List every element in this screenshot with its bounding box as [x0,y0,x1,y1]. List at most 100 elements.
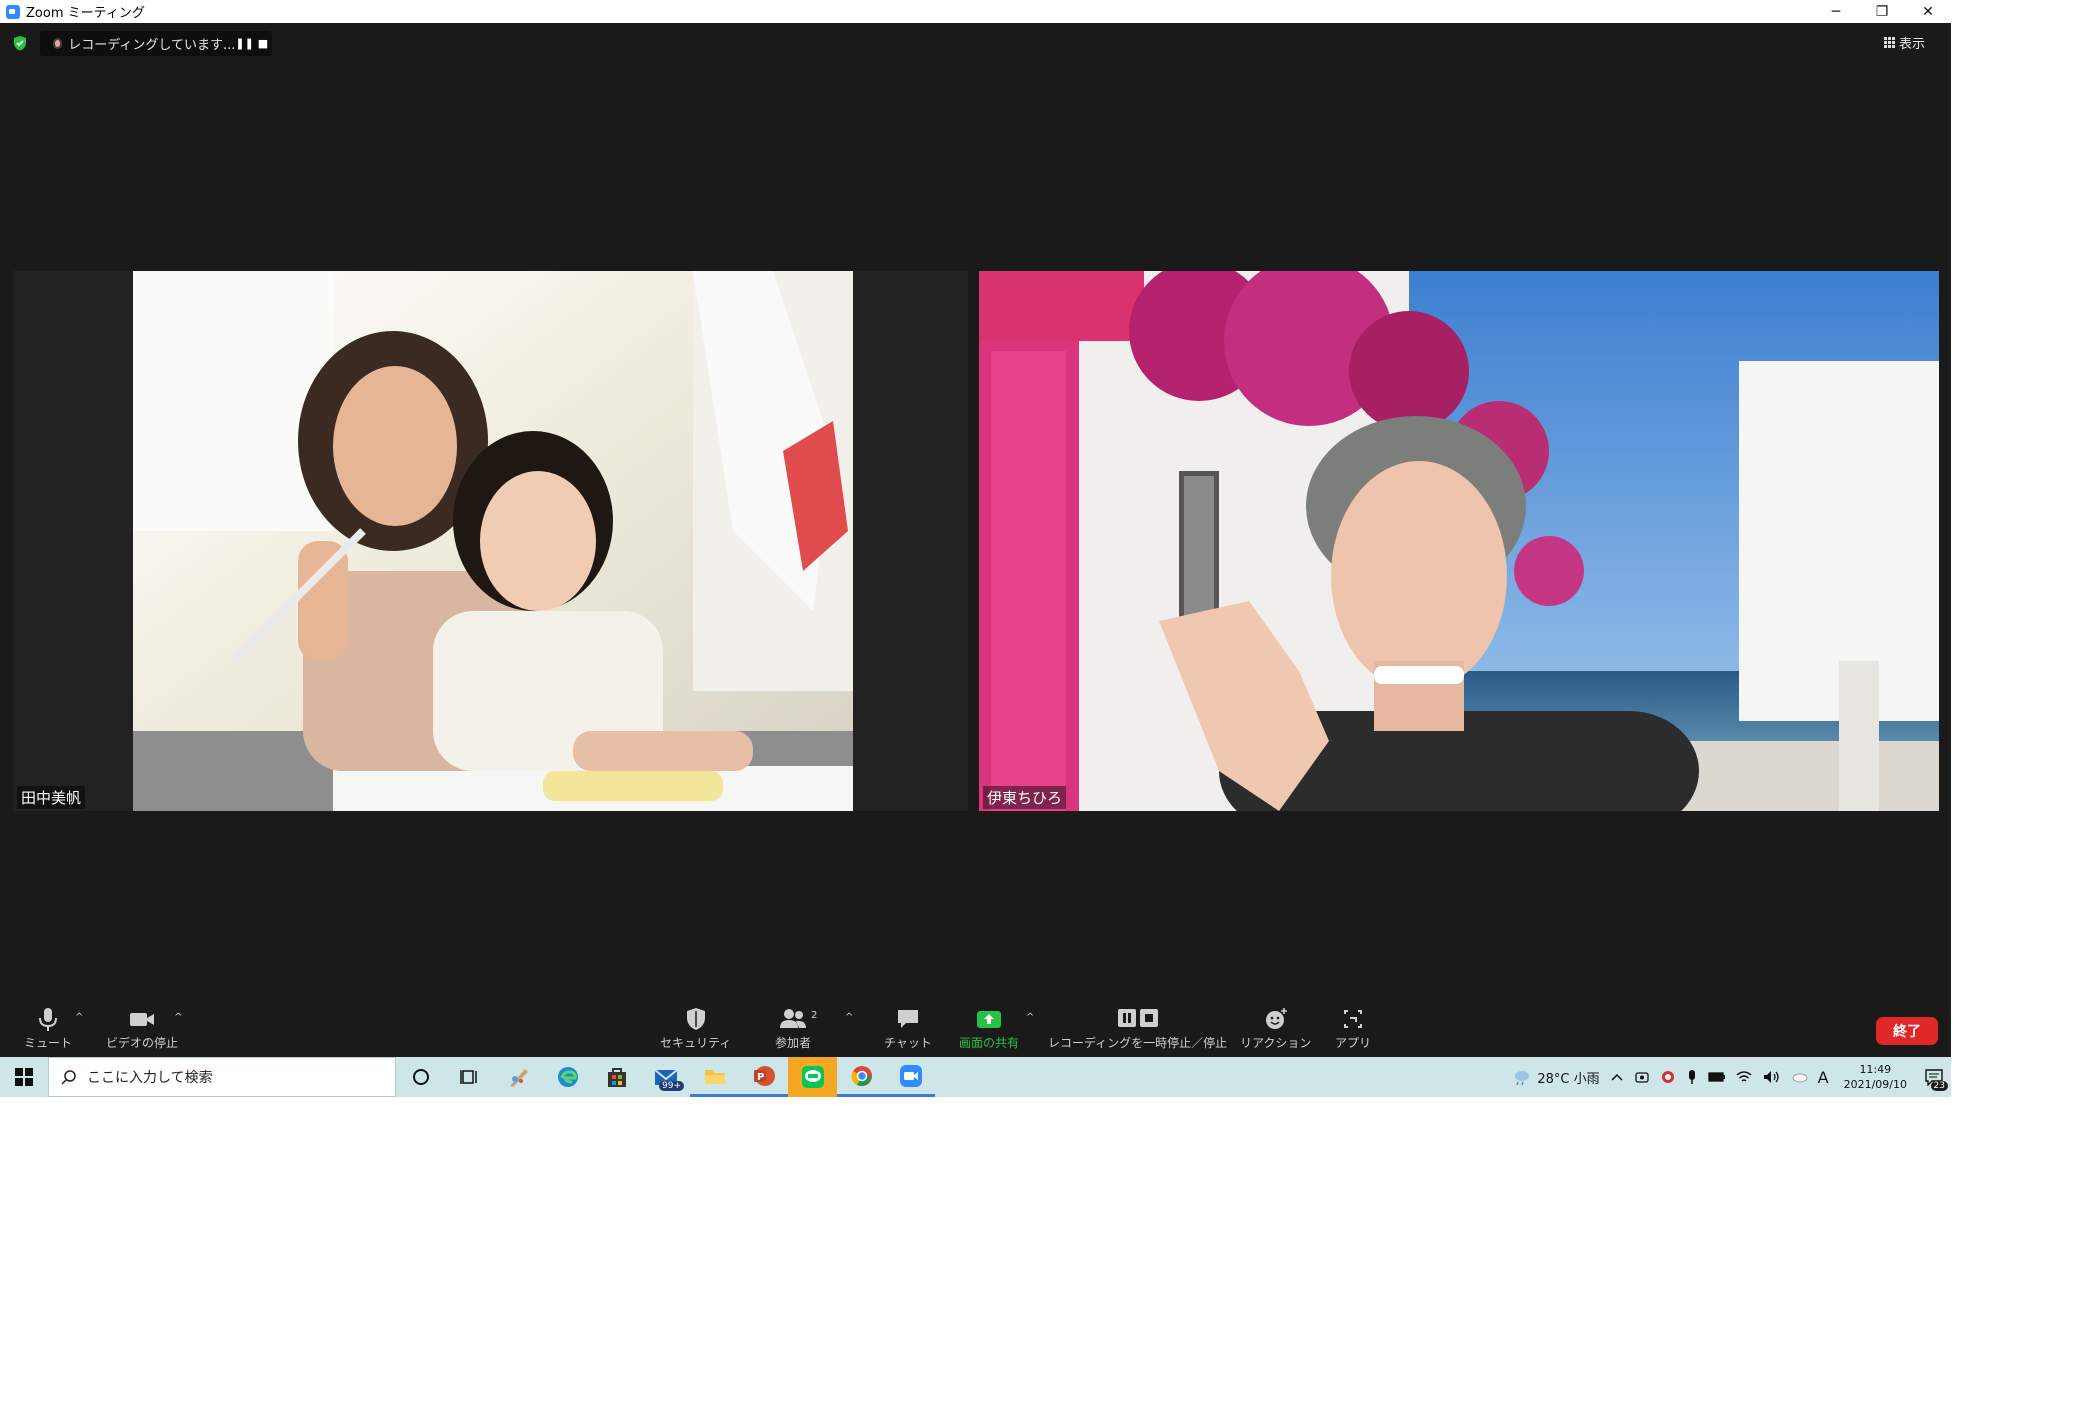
zoom-logo-icon [6,4,20,19]
stop-video-button[interactable]: ビデオの停止 [106,1006,178,1051]
microsoft-store-button[interactable] [592,1057,641,1097]
start-button[interactable] [0,1057,48,1097]
participants-count: 2 [811,1010,818,1021]
edge-browser-button[interactable] [543,1057,592,1097]
participant-video-2 [979,271,1939,811]
view-label: 表示 [1898,37,1925,52]
taskbar-search-box[interactable]: ここに入力して検索 [48,1057,396,1097]
mute-label: ミュート [24,1036,73,1050]
reactions-label: リアクション [1240,1036,1312,1050]
zoom-app-button[interactable] [886,1057,935,1097]
meet-now-tray-button[interactable] [1634,1069,1650,1085]
task-view-icon [459,1070,477,1084]
line-app-button[interactable] [788,1057,837,1097]
cortana-circle-icon [412,1069,429,1085]
show-hidden-icons-button[interactable] [1610,1072,1624,1082]
participants-icon [780,1009,806,1028]
clock-date: 2021/09/10 [1843,1078,1907,1091]
chat-bubble-icon [897,1010,918,1028]
reaction-smiley-icon [1265,1008,1287,1029]
video-label: ビデオの停止 [106,1036,179,1050]
stop-recording-button[interactable]: ■ [254,37,272,50]
security-label: セキュリティ [660,1036,732,1050]
microphone-tray-button[interactable] [1686,1069,1698,1085]
system-tray: 28°C 小雨 A 11:49 2021/09/10 23 [1506,1057,1951,1097]
chrome-browser-icon [851,1065,872,1086]
volume-tray-button[interactable] [1762,1070,1780,1084]
encryption-shield-icon[interactable] [12,35,28,51]
grid-view-icon [1883,37,1895,48]
wifi-icon [1736,1071,1752,1082]
action-center-button[interactable]: 23 [1917,1057,1951,1097]
participant-video-1 [133,271,853,811]
powerpoint-button[interactable]: P [739,1057,788,1097]
wifi-tray-button[interactable] [1736,1070,1752,1084]
weather-widget[interactable]: 28°C 小雨 [1511,1068,1600,1087]
share-screen-icon [977,1011,1001,1028]
battery-tray-button[interactable] [1707,1071,1726,1083]
recording-status: レコーディングしています... [68,38,236,53]
battery-icon [1707,1072,1725,1082]
participants-options-caret[interactable]: ^ [845,1012,853,1023]
camera-tray-icon [1634,1072,1649,1083]
chat-button[interactable]: チャット [884,1006,932,1051]
recording-controls-label: レコーディングを一時停止／停止 [1048,1036,1228,1050]
mail-app-button[interactable]: 99+ [641,1057,690,1097]
video-options-caret[interactable]: ^ [174,1012,182,1023]
end-meeting-button[interactable]: 終了 [1876,1017,1938,1045]
paint-brush-icon [509,1069,528,1087]
security-button[interactable]: セキュリティ [660,1006,731,1051]
participant-name-1: 田中美帆 [17,786,86,809]
weather-text: 28°C 小雨 [1537,1071,1600,1087]
taskbar-clock[interactable]: 11:49 2021/09/10 [1844,1062,1907,1092]
view-button[interactable]: 表示 [1883,33,1925,52]
mute-button[interactable]: ミュート [24,1006,72,1051]
folder-icon [704,1069,725,1084]
participants-button[interactable]: 参加者 [775,1006,811,1051]
windows-logo-icon [15,1068,33,1086]
recording-controls-icon [1117,1009,1158,1027]
task-view-button[interactable] [445,1057,494,1097]
onedrive-tray-button[interactable] [1790,1071,1808,1083]
close-button[interactable]: ✕ [1905,0,1951,23]
notification-count: 23 [1930,1081,1948,1091]
pause-stop-recording-button[interactable]: レコーディングを一時停止／停止 [1048,1006,1227,1051]
share-options-caret[interactable]: ^ [1026,1012,1034,1023]
file-explorer-button[interactable] [690,1057,739,1097]
onedrive-cloud-icon [1792,1073,1808,1083]
restore-button[interactable]: ❐ [1859,0,1905,23]
share-screen-button[interactable]: 画面の共有 [959,1006,1019,1051]
participant-name-2: 伊東ちひろ [983,786,1067,809]
zoom-window: Zoom ミーティング ─ ❐ ✕ レコーディングしています... ❚❚ ■ 表… [0,0,1951,1057]
share-screen-label: 画面の共有 [959,1036,1020,1050]
paint-app-button[interactable] [494,1057,543,1097]
recording-indicator: レコーディングしています... ❚❚ ■ [40,31,272,56]
apps-button[interactable]: アプリ [1335,1006,1371,1051]
security-tray-button[interactable] [1660,1069,1676,1085]
search-placeholder: ここに入力して検索 [87,1070,213,1086]
pause-recording-button[interactable]: ❚❚ [235,37,253,50]
powerpoint-icon: P [753,1065,775,1086]
cortana-button[interactable] [396,1057,445,1097]
reactions-button[interactable]: リアクション [1240,1006,1311,1051]
title-bar: Zoom ミーティング ─ ❐ ✕ [0,0,1951,23]
chrome-browser-button[interactable] [837,1057,886,1097]
participant-video-image-1 [133,271,853,811]
participant-tile-2[interactable]: 伊東ちひろ [979,271,1939,811]
antivirus-tray-icon [1661,1071,1674,1083]
apps-icon [1344,1010,1362,1028]
participant-tile-1[interactable]: 田中美帆 [13,271,968,811]
store-bag-icon [607,1068,626,1087]
apps-label: アプリ [1335,1036,1372,1050]
zoom-app-icon [899,1064,922,1087]
window-title: Zoom ミーティング [26,6,145,21]
mail-badge: 99+ [659,1081,684,1091]
ime-indicator[interactable]: A [1818,1068,1829,1087]
clock-time: 11:49 [1859,1063,1892,1076]
rain-cloud-icon [1515,1071,1530,1085]
recording-dot-icon [53,38,63,49]
audio-options-caret[interactable]: ^ [75,1012,83,1023]
chevron-up-icon [1611,1073,1623,1081]
microphone-icon [39,1008,57,1031]
minimize-button[interactable]: ─ [1813,0,1859,23]
